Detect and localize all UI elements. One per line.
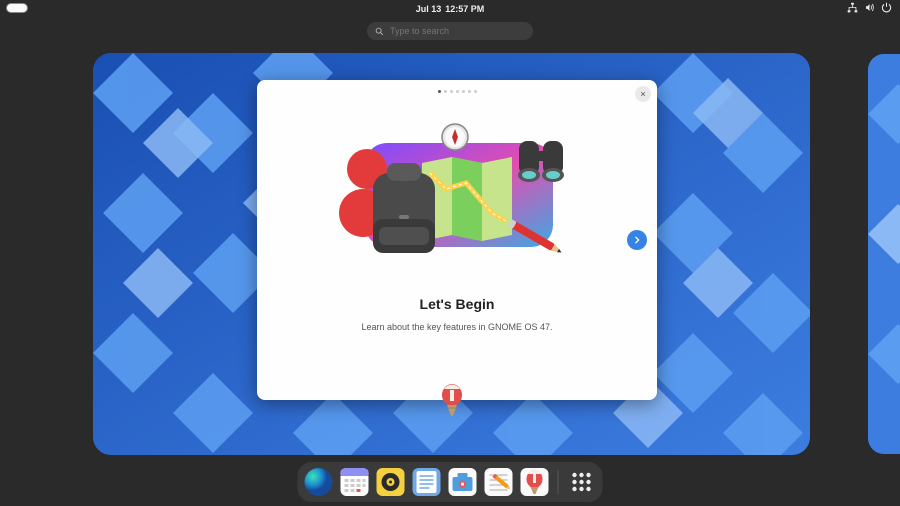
dialog-title: Let's Begin xyxy=(420,296,495,312)
chevron-right-icon xyxy=(633,236,641,244)
overview-search[interactable] xyxy=(367,22,533,40)
activities-pill[interactable] xyxy=(6,3,28,13)
close-button[interactable]: × xyxy=(635,86,651,102)
notes-app[interactable] xyxy=(484,467,514,497)
workspace-2-peek[interactable] xyxy=(868,54,900,454)
music-app[interactable] xyxy=(376,467,406,497)
tour-app[interactable] xyxy=(520,467,550,497)
welcome-illustration xyxy=(327,121,587,276)
page-indicator xyxy=(438,90,477,93)
clock-date: Jul 13 xyxy=(416,4,442,14)
web-browser-app[interactable] xyxy=(304,467,334,497)
clock[interactable]: Jul 13 12:57 PM xyxy=(416,4,485,14)
balloon-decoration xyxy=(438,384,466,420)
system-menu[interactable] xyxy=(847,2,892,13)
welcome-dialog: × xyxy=(257,80,657,400)
dash-separator xyxy=(558,470,559,494)
volume-icon xyxy=(864,2,875,13)
software-app[interactable] xyxy=(448,467,478,497)
calendar-app[interactable] xyxy=(340,467,370,497)
close-icon: × xyxy=(640,89,645,99)
network-wired-icon xyxy=(847,2,858,13)
dialog-subtitle: Learn about the key features in GNOME OS… xyxy=(361,322,552,332)
dash xyxy=(298,462,603,502)
show-apps-button[interactable] xyxy=(567,467,597,497)
power-icon xyxy=(881,2,892,13)
text-editor-app[interactable] xyxy=(412,467,442,497)
search-icon xyxy=(375,27,384,36)
search-input[interactable] xyxy=(390,26,525,36)
clock-time: 12:57 PM xyxy=(445,4,484,14)
next-button[interactable] xyxy=(627,230,647,250)
top-panel: Jul 13 12:57 PM xyxy=(0,0,900,18)
